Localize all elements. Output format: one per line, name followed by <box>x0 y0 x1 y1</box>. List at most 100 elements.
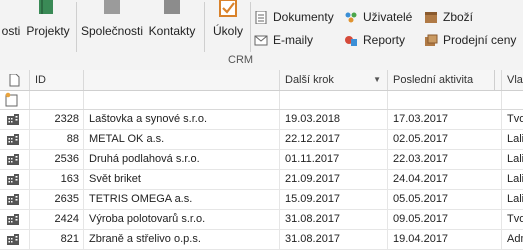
ribbon: osti Projekty Společnosti Kontakty Úkoly <box>0 0 523 71</box>
companies-button[interactable]: Společnosti <box>80 0 144 52</box>
row-company-name: Druhá podlahová s.r.o. <box>84 150 280 169</box>
contacts-button[interactable]: Kontakty <box>146 0 198 52</box>
table-row[interactable]: 821 Zbraně a střelivo o.p.s. 31.08.2017 … <box>0 230 523 250</box>
table-row[interactable]: 2328 Laštovka a synové s.r.o. 19.03.2018… <box>0 110 523 130</box>
company-building-icon <box>7 134 19 145</box>
company-building-icon <box>7 114 19 125</box>
reports-label: Reporty <box>363 33 406 47</box>
price-list-label: Prodejní ceny <box>443 33 517 47</box>
row-id: 2635 <box>30 190 84 209</box>
reports-icon <box>345 35 357 46</box>
row-next-step: 31.08.2017 <box>280 210 388 229</box>
header-next-step[interactable]: Další krok ▼ <box>280 70 388 90</box>
header-id[interactable]: ID <box>30 70 84 90</box>
reports-button[interactable]: Reporty <box>344 31 405 49</box>
sort-desc-icon: ▼ <box>373 75 381 84</box>
ribbon-partial-button[interactable]: osti <box>0 0 22 52</box>
row-next-step: 19.03.2018 <box>280 110 388 129</box>
row-owner: Lalin <box>507 153 523 165</box>
filter-next-step[interactable] <box>280 91 388 109</box>
ribbon-separator <box>250 2 251 52</box>
filter-last-activity[interactable] <box>388 91 502 109</box>
header-name[interactable] <box>84 70 280 90</box>
document-icon <box>255 10 267 24</box>
contacts-icon <box>164 0 180 14</box>
price-list-icon <box>425 34 438 46</box>
filter-name[interactable] <box>84 91 280 109</box>
users-button[interactable]: Uživatelé <box>344 8 412 26</box>
row-company-name: Zbraně a střelivo o.p.s. <box>84 230 280 249</box>
company-building-icon <box>7 214 19 225</box>
new-row-cell[interactable] <box>0 91 30 109</box>
tasks-button[interactable]: Úkoly <box>210 0 246 52</box>
row-id: 163 <box>30 170 84 189</box>
company-grid: ID Další krok ▼ Poslední aktivita Vlas 2… <box>0 70 523 250</box>
table-row[interactable]: 2424 Výroba polotovarů s.r.o. 31.08.2017… <box>0 210 523 230</box>
row-id: 821 <box>30 230 84 249</box>
emails-button[interactable]: E-maily <box>254 31 313 49</box>
company-building-icon <box>7 234 19 245</box>
price-list-button[interactable]: Prodejní ceny <box>424 31 516 49</box>
row-last-activity: 19.04.2017 <box>388 230 502 249</box>
row-next-step: 15.09.2017 <box>280 190 388 209</box>
row-last-activity: 22.03.2017 <box>388 150 502 169</box>
row-next-step: 21.09.2017 <box>280 170 388 189</box>
header-next-step-label: Další krok <box>285 74 334 86</box>
company-building-icon <box>7 154 19 165</box>
row-owner: Tvo <box>507 213 523 225</box>
row-type-cell <box>0 170 30 189</box>
emails-label: E-maily <box>273 33 314 47</box>
filter-id[interactable] <box>30 91 84 109</box>
contacts-label: Kontakty <box>148 24 196 38</box>
projects-book-icon <box>39 0 53 14</box>
companies-icon <box>104 0 120 14</box>
filter-row <box>0 91 523 110</box>
documents-button[interactable]: Dokumenty <box>254 8 334 26</box>
table-row[interactable]: 163 Svět briket 21.09.2017 24.04.2017 La… <box>0 170 523 190</box>
projects-label: Projekty <box>26 24 70 38</box>
row-type-cell <box>0 110 30 129</box>
new-row-icon <box>5 92 18 107</box>
row-company-name: METAL OK a.s. <box>84 130 280 149</box>
tasks-checkbox-icon <box>219 0 237 17</box>
goods-box-icon <box>425 11 437 23</box>
documents-label: Dokumenty <box>273 10 334 24</box>
row-owner: Lalin <box>507 173 523 185</box>
table-row[interactable]: 88 METAL OK a.s. 22.12.2017 02.05.2017 L… <box>0 130 523 150</box>
row-owner: Lalin <box>507 133 523 145</box>
email-icon <box>254 35 268 45</box>
row-id: 2424 <box>30 210 84 229</box>
ribbon-separator <box>204 2 205 52</box>
table-row[interactable]: 2635 TETRIS OMEGA a.s. 15.09.2017 05.05.… <box>0 190 523 210</box>
row-owner: Adm <box>507 233 523 245</box>
row-last-activity: 17.03.2017 <box>388 110 502 129</box>
header-type-column[interactable] <box>0 70 30 90</box>
header-last-activity[interactable]: Poslední aktivita <box>388 70 502 90</box>
company-building-icon <box>7 174 19 185</box>
row-type-cell <box>0 210 30 229</box>
header-owner[interactable]: Vlas <box>502 70 523 90</box>
row-last-activity: 09.05.2017 <box>388 210 502 229</box>
goods-button[interactable]: Zboží <box>424 8 473 26</box>
companies-label: Společnosti <box>80 24 144 38</box>
row-type-cell <box>0 150 30 169</box>
row-company-name: Laštovka a synové s.r.o. <box>84 110 280 129</box>
goods-label: Zboží <box>443 10 474 24</box>
row-type-cell <box>0 130 30 149</box>
row-id: 2328 <box>30 110 84 129</box>
row-last-activity: 24.04.2017 <box>388 170 502 189</box>
projects-button[interactable]: Projekty <box>24 0 72 52</box>
header-last-activity-label: Poslední aktivita <box>393 74 474 86</box>
document-icon <box>9 74 20 87</box>
row-next-step: 31.08.2017 <box>280 230 388 249</box>
row-owner: Tvo <box>507 113 523 125</box>
row-owner: Lalin <box>507 193 523 205</box>
row-type-cell <box>0 190 30 209</box>
row-type-cell <box>0 230 30 249</box>
ribbon-separator <box>76 2 77 52</box>
row-last-activity: 05.05.2017 <box>388 190 502 209</box>
table-row[interactable]: 2536 Druhá podlahová s.r.o. 01.11.2017 2… <box>0 150 523 170</box>
row-id: 88 <box>30 130 84 149</box>
ribbon-partial-label: osti <box>1 24 21 38</box>
company-building-icon <box>7 194 19 205</box>
